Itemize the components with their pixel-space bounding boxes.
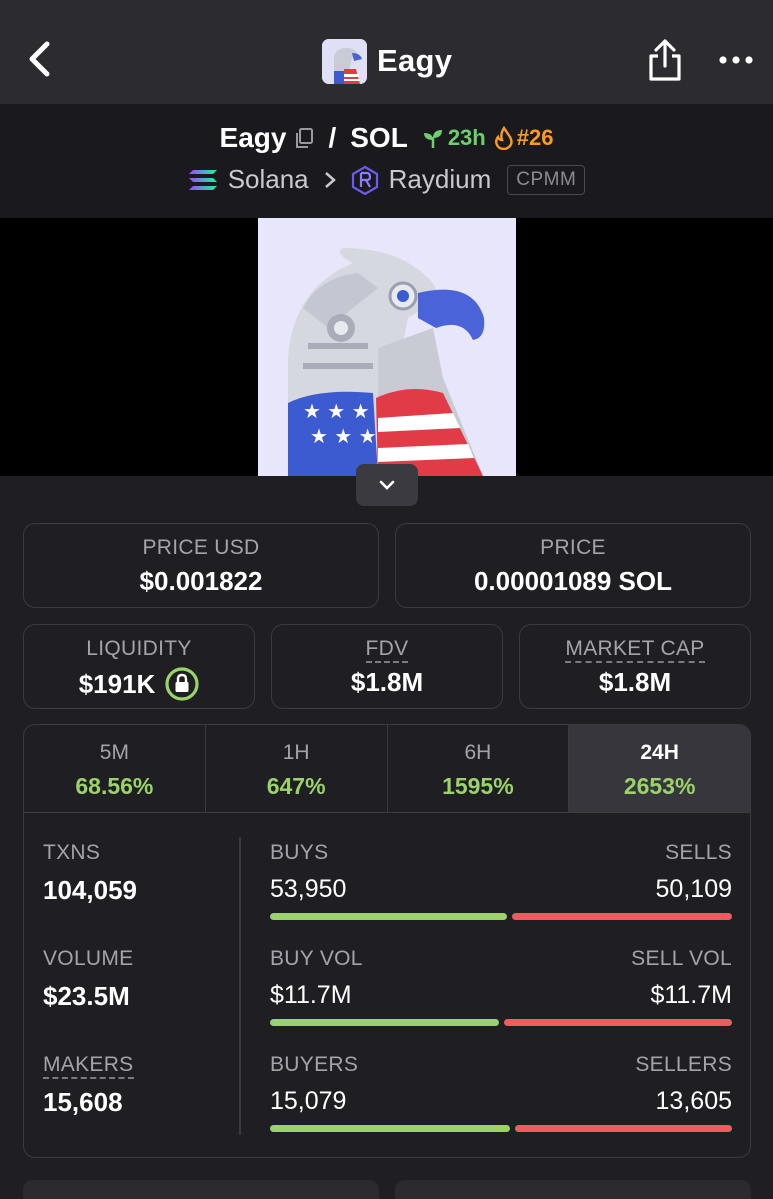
chain-name[interactable]: Solana bbox=[228, 164, 309, 195]
pool-type-badge: CPMM bbox=[507, 164, 586, 195]
buys-bar-fill bbox=[270, 913, 507, 920]
buys-sells-bar bbox=[270, 913, 732, 920]
collapse-banner-button[interactable] bbox=[356, 464, 418, 506]
flame-icon bbox=[494, 126, 513, 150]
tab-24h[interactable]: 24H 2653% bbox=[569, 725, 750, 812]
volume-value: $23.5M bbox=[43, 981, 130, 1011]
token-banner-image: ★ ★ ★ ★ ★ ★ bbox=[258, 218, 516, 476]
buy-vol-label: BUY VOL bbox=[270, 947, 363, 970]
tab-price-change: 647% bbox=[266, 773, 326, 799]
volume-label: VOLUME bbox=[43, 947, 134, 970]
buys-value: 53,950 bbox=[270, 875, 347, 903]
price-native-value: 0.00001089 SOL bbox=[473, 566, 673, 596]
quote-token-symbol: SOL bbox=[350, 122, 408, 153]
sellers-value: 13,605 bbox=[655, 1087, 732, 1115]
pair-header: Eagy / SOL 23h #26 Solana Raydium CPMM bbox=[0, 104, 773, 218]
price-native-card: PRICE 0.00001089 SOL bbox=[395, 523, 751, 608]
sells-value: 50,109 bbox=[655, 875, 732, 903]
sellers-label: SELLERS bbox=[635, 1053, 732, 1076]
sell-vol-label: SELL VOL bbox=[631, 947, 732, 970]
tab-price-change: 2653% bbox=[623, 773, 696, 799]
market-cap-label: MARKET CAP bbox=[565, 637, 705, 663]
market-cap-value: $1.8M bbox=[598, 667, 672, 697]
tab-6h[interactable]: 6H 1595% bbox=[388, 725, 570, 812]
makers-value: 15,608 bbox=[43, 1087, 123, 1117]
sellers-bar-fill bbox=[515, 1125, 732, 1132]
back-button[interactable] bbox=[20, 36, 60, 82]
dex-name[interactable]: Raydium bbox=[389, 164, 492, 195]
sell-vol-value: $11.7M bbox=[650, 981, 732, 1009]
txns-label: TXNS bbox=[43, 841, 101, 864]
sells-label: SELLS bbox=[665, 841, 732, 864]
pair-age-badge: 23h bbox=[422, 125, 486, 151]
tab-label: 5M bbox=[99, 741, 129, 764]
trending-rank: #26 bbox=[516, 125, 554, 150]
volume-metric: VOLUME $23.5M bbox=[43, 947, 134, 1012]
token-header[interactable]: Eagy bbox=[322, 38, 452, 84]
liquidity-value: $191K bbox=[78, 668, 156, 699]
pair-age: 23h bbox=[447, 125, 486, 150]
tab-label: 1H bbox=[282, 741, 310, 764]
back-chevron-icon bbox=[29, 41, 50, 77]
token-title: Eagy bbox=[377, 43, 453, 78]
txns-metric: TXNS 104,059 bbox=[43, 841, 137, 906]
makers-label: MAKERS bbox=[43, 1053, 134, 1079]
chevron-down-icon bbox=[379, 480, 395, 490]
share-icon bbox=[649, 39, 681, 81]
stats-divider bbox=[239, 837, 241, 1135]
pair-separator: / bbox=[328, 122, 337, 153]
next-card-right bbox=[395, 1180, 751, 1199]
tab-label: 24H bbox=[640, 741, 679, 764]
tab-5m[interactable]: 5M 68.56% bbox=[24, 725, 206, 812]
tab-price-change: 1595% bbox=[442, 773, 514, 799]
more-button[interactable] bbox=[714, 48, 758, 72]
fdv-card[interactable]: FDV $1.8M bbox=[271, 624, 503, 709]
next-card-left bbox=[23, 1180, 379, 1199]
buys-sells-ratio: BUYS SELLS 53,950 50,109 bbox=[270, 841, 732, 920]
buyers-value: 15,079 bbox=[270, 1087, 347, 1115]
buyers-label: BUYERS bbox=[270, 1053, 359, 1076]
raydium-icon bbox=[351, 165, 378, 195]
chevron-right-icon bbox=[324, 171, 336, 188]
tab-1h[interactable]: 1H 647% bbox=[206, 725, 388, 812]
base-token-symbol: Eagy bbox=[219, 122, 287, 153]
trending-rank-badge[interactable]: #26 bbox=[494, 125, 554, 151]
sprout-icon bbox=[423, 130, 442, 148]
share-button[interactable] bbox=[645, 38, 685, 82]
copy-icon[interactable] bbox=[294, 127, 314, 149]
trading-stats-panel: 5M 68.56% 1H 647% 6H 1595% 24H 2653% TXN… bbox=[23, 724, 751, 1158]
tab-price-change: 68.56% bbox=[75, 773, 154, 799]
price-usd-value: $0.001822 bbox=[139, 566, 263, 596]
more-dots-icon bbox=[719, 56, 753, 64]
sells-bar-fill bbox=[511, 913, 732, 920]
price-usd-card: PRICE USD $0.001822 bbox=[23, 523, 379, 608]
makers-metric[interactable]: MAKERS 15,608 bbox=[43, 1053, 134, 1118]
buy-sell-volume-ratio: BUY VOL SELL VOL $11.7M $11.7M bbox=[270, 947, 732, 1026]
sell-vol-bar-fill bbox=[503, 1019, 732, 1026]
volume-bar bbox=[270, 1019, 732, 1026]
svg-text:★ ★ ★: ★ ★ ★ bbox=[303, 399, 370, 423]
buyers-bar-fill bbox=[270, 1125, 511, 1132]
lock-icon[interactable] bbox=[165, 667, 199, 701]
price-native-label: PRICE bbox=[540, 536, 606, 559]
market-cap-card[interactable]: MARKET CAP $1.8M bbox=[519, 624, 751, 709]
buyers-bar bbox=[270, 1125, 732, 1132]
buys-label: BUYS bbox=[270, 841, 329, 864]
timeframe-tabs: 5M 68.56% 1H 647% 6H 1595% 24H 2653% bbox=[24, 725, 750, 813]
buy-vol-value: $11.7M bbox=[270, 981, 352, 1009]
liquidity-label: LIQUIDITY bbox=[86, 637, 192, 660]
svg-text:★ ★ ★: ★ ★ ★ bbox=[310, 424, 377, 448]
token-avatar bbox=[322, 38, 367, 84]
token-banner: ★ ★ ★ ★ ★ ★ bbox=[0, 218, 773, 476]
buyers-sellers-ratio: BUYERS SELLERS 15,079 13,605 bbox=[270, 1053, 732, 1132]
tab-label: 6H bbox=[464, 741, 492, 764]
fdv-label: FDV bbox=[365, 637, 409, 663]
top-navigation-bar: Eagy bbox=[0, 0, 773, 104]
buy-vol-bar-fill bbox=[270, 1019, 499, 1026]
price-usd-label: PRICE USD bbox=[142, 536, 260, 559]
fdv-value: $1.8M bbox=[350, 667, 424, 697]
solana-icon bbox=[188, 169, 217, 190]
txns-value: 104,059 bbox=[43, 875, 137, 905]
liquidity-card: LIQUIDITY $191K bbox=[23, 624, 255, 709]
